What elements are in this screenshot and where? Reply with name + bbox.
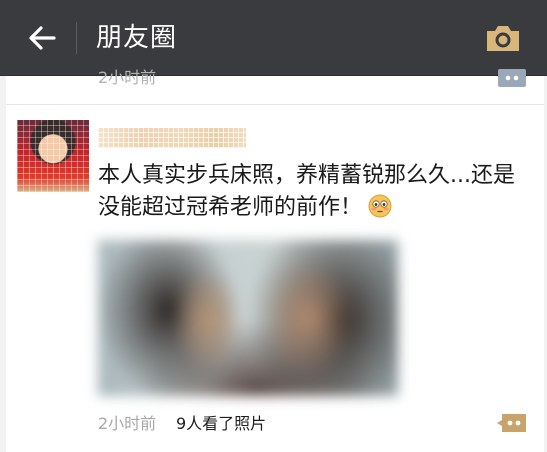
top-navigation-bar: 朋友圈	[0, 0, 547, 76]
previous-post-time: 2小时前	[98, 68, 157, 87]
post-time: 2小时前	[98, 414, 157, 433]
post-content: 本人真实步兵床照，养精蓄锐那么久...还是没能超过冠希老师的前作！	[98, 160, 530, 224]
back-button[interactable]	[24, 20, 60, 56]
comment-bubble-icon	[497, 414, 526, 432]
page-title: 朋友圈	[96, 23, 178, 53]
post-text: 本人真实步兵床照，养精蓄锐那么久...还是没能超过冠希老师的前作！	[98, 163, 515, 220]
moments-feed: 2小时前 本人真实步兵床照，养精蓄锐那么久...还是没能超过冠希老师的前作！ 2…	[6, 68, 544, 452]
post-divider	[6, 104, 544, 105]
camera-icon	[487, 26, 519, 51]
username-pixelated[interactable]	[98, 128, 246, 148]
post-photo[interactable]	[98, 240, 398, 396]
camera-button[interactable]	[484, 22, 522, 54]
comment-button[interactable]	[496, 412, 528, 434]
photo-views-count[interactable]: 9人看了照片	[176, 414, 266, 434]
comment-bubble-icon	[498, 69, 526, 87]
arrow-left-icon	[29, 26, 56, 50]
flushed-face-emoji	[368, 194, 392, 218]
previous-comment-button[interactable]	[496, 69, 528, 89]
header-divider	[76, 22, 77, 54]
avatar[interactable]	[17, 120, 89, 192]
